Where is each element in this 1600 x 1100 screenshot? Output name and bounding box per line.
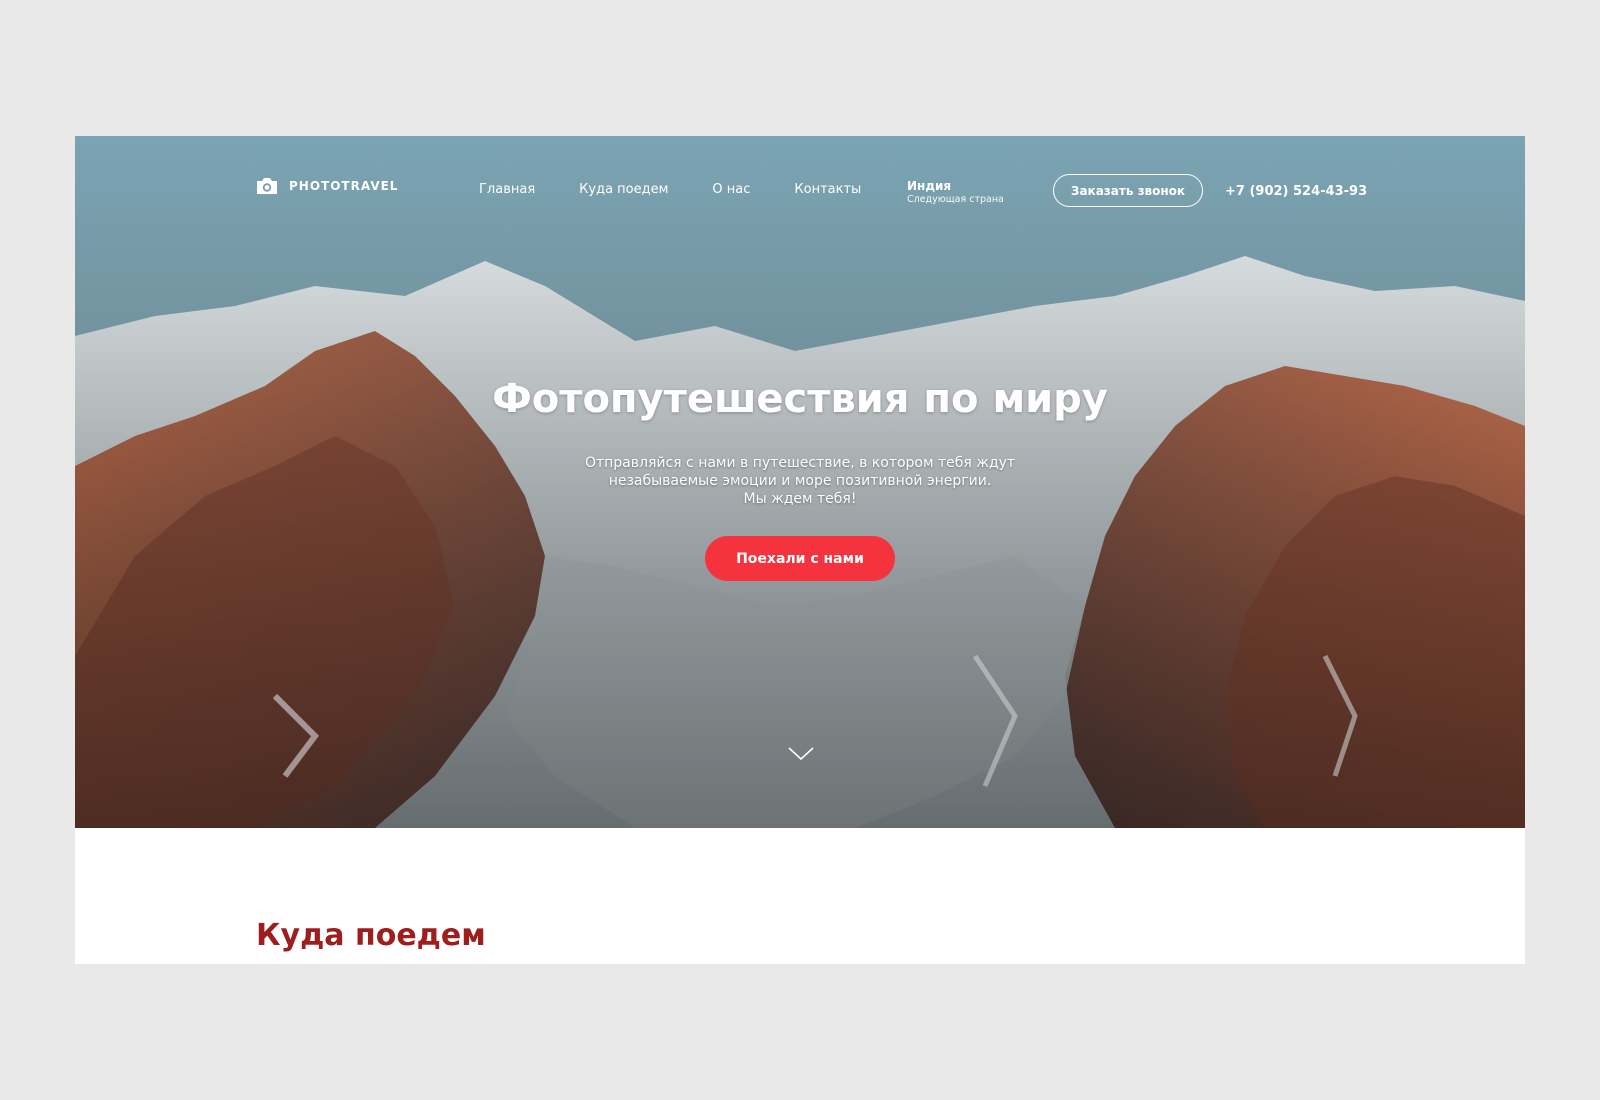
hero-subtitle-line: Отправляйся с нами в путешествие, в кото…	[584, 455, 1016, 471]
logo-text: PHOTOTRAVEL	[289, 179, 399, 193]
nav-link-about[interactable]: О нас	[712, 182, 750, 197]
next-country-caption: Следующая страна	[907, 194, 1004, 205]
request-call-button[interactable]: Заказать звонок	[1053, 174, 1203, 207]
nav-link-home[interactable]: Главная	[479, 182, 535, 197]
main-menu: Главная Куда поедем О нас Контакты	[479, 182, 905, 197]
phone-number[interactable]: +7 (902) 524-43-93	[1225, 184, 1367, 199]
hero-title: Фотопутешествия по миру	[492, 376, 1108, 422]
camera-icon	[257, 178, 277, 194]
top-navigation: PHOTOTRAVEL Главная Куда поедем О нас Ко…	[75, 136, 1525, 246]
hero-subtitle: Отправляйся с нами в путешествие, в кото…	[75, 454, 1525, 508]
hero-subtitle-line: незабываемые эмоции и море позитивной эн…	[608, 473, 992, 489]
page-frame: PHOTOTRAVEL Главная Куда поедем О нас Ко…	[75, 136, 1525, 964]
hero-section: PHOTOTRAVEL Главная Куда поедем О нас Ко…	[75, 136, 1525, 828]
hero-subtitle-line: Мы ждем тебя!	[743, 491, 857, 507]
go-with-us-button[interactable]: Поехали с нами	[705, 536, 895, 581]
nav-link-destinations[interactable]: Куда поедем	[579, 182, 668, 197]
next-country-name: Индия	[907, 179, 952, 193]
logo[interactable]: PHOTOTRAVEL	[255, 176, 398, 196]
chevron-down-icon[interactable]	[787, 746, 815, 762]
next-country-info[interactable]: Индия Следующая страна	[907, 179, 1004, 205]
nav-link-contacts[interactable]: Контакты	[794, 182, 861, 197]
section-title-destinations: Куда поедем	[256, 918, 486, 953]
